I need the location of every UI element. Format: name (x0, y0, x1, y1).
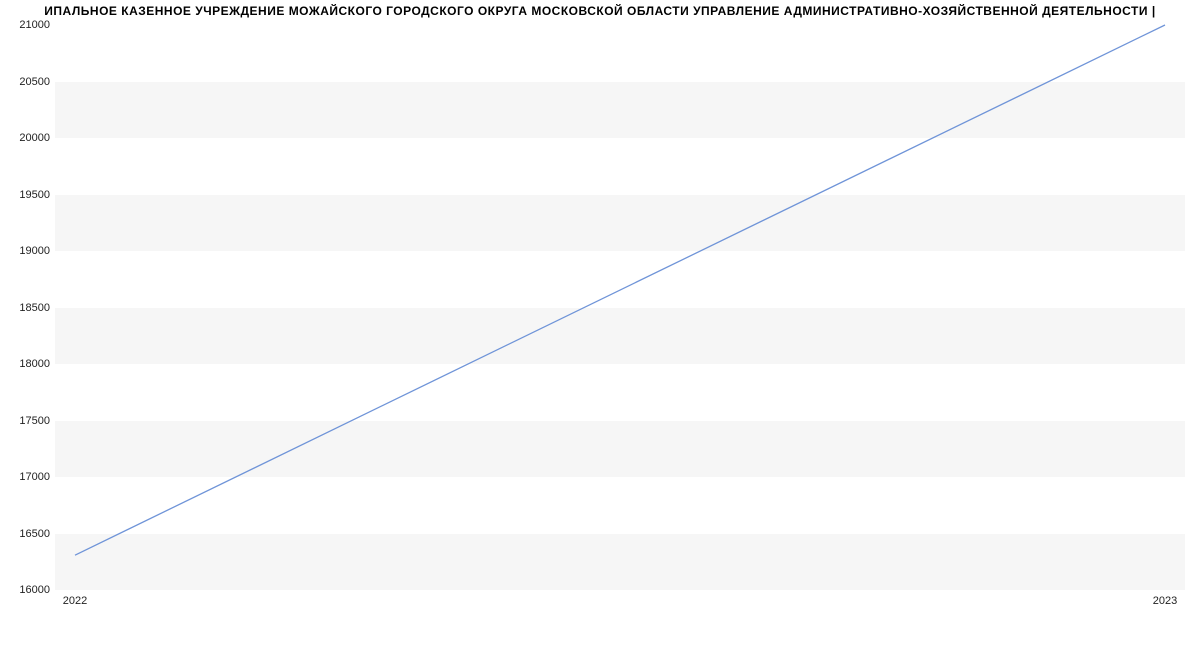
y-tick-label: 18000 (6, 358, 50, 370)
chart-line-layer (55, 25, 1185, 589)
y-tick-label: 16500 (6, 528, 50, 540)
y-tick-label: 17500 (6, 415, 50, 427)
x-tick-label: 2023 (1153, 595, 1177, 607)
y-tick-label: 17000 (6, 471, 50, 483)
y-tick-label: 19500 (6, 189, 50, 201)
y-tick-label: 20000 (6, 132, 50, 144)
y-tick-label: 21000 (6, 19, 50, 31)
chart-title: ИПАЛЬНОЕ КАЗЕННОЕ УЧРЕЖДЕНИЕ МОЖАЙСКОГО … (0, 4, 1200, 18)
y-tick-label: 20500 (6, 76, 50, 88)
plot-area (55, 25, 1185, 590)
line-chart: ИПАЛЬНОЕ КАЗЕННОЕ УЧРЕЖДЕНИЕ МОЖАЙСКОГО … (0, 0, 1200, 650)
y-tick-label: 18500 (6, 302, 50, 314)
y-tick-label: 16000 (6, 584, 50, 596)
x-tick-label: 2022 (63, 595, 87, 607)
y-tick-label: 19000 (6, 245, 50, 257)
